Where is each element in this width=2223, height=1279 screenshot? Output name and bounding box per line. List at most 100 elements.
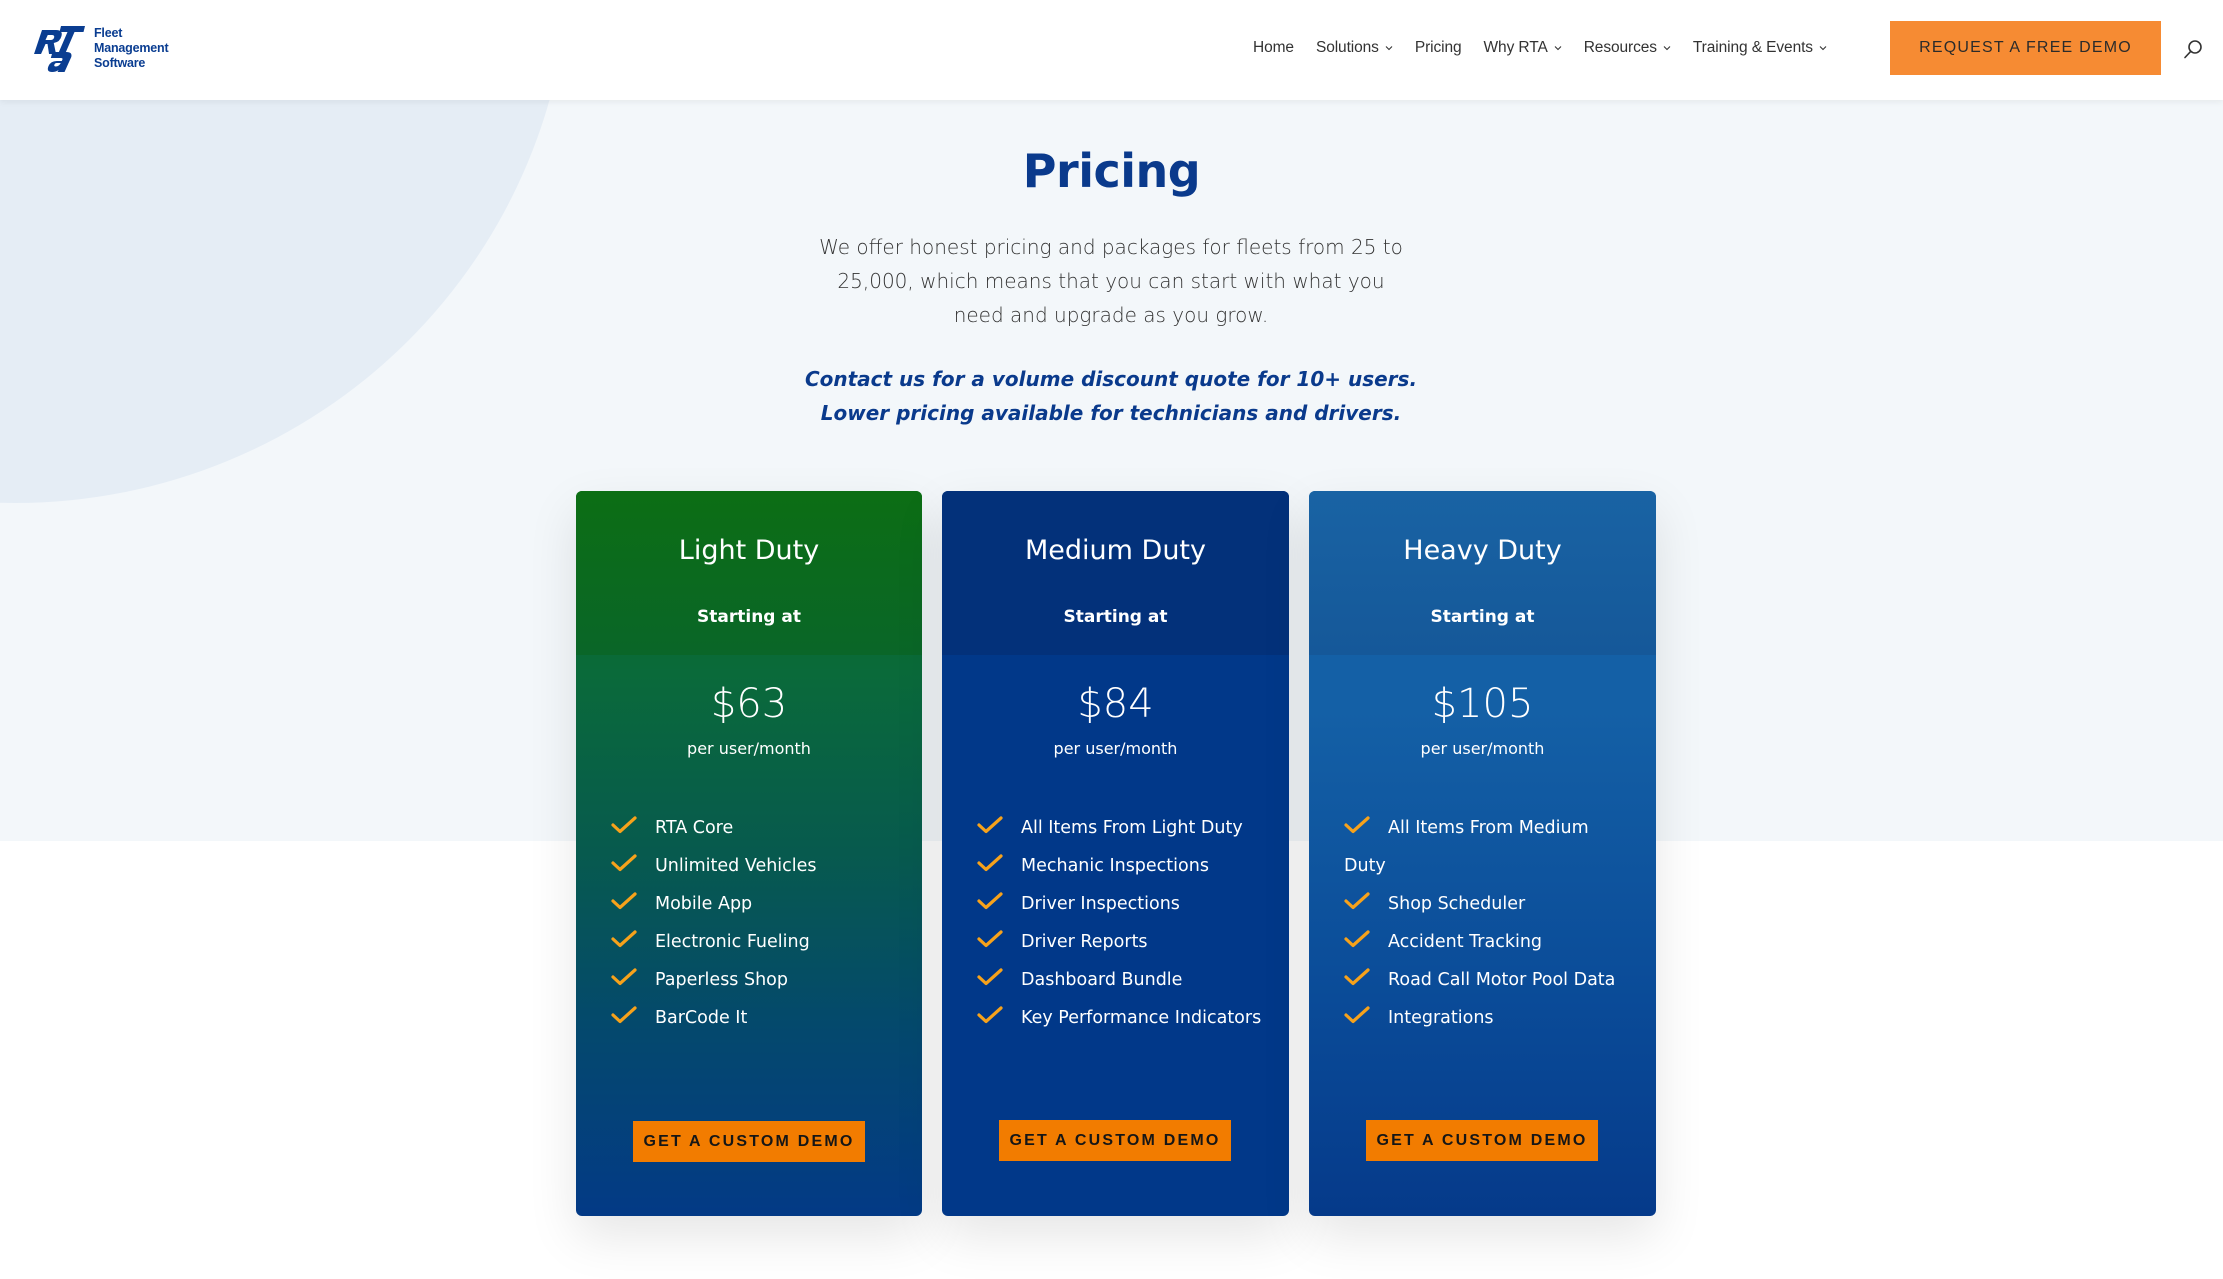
- plan-header: [942, 491, 1289, 655]
- checkmark-icon: [977, 892, 1003, 910]
- nav-label: Training & Events: [1692, 39, 1813, 56]
- feature-list: RTA Core Unlimited Vehicles Mobile App Elec…: [611, 809, 901, 1037]
- checkmark-icon: [977, 854, 1003, 872]
- checkmark-icon: [611, 892, 637, 910]
- discount-note: Contact us for a volume discount quote f…: [761, 362, 1461, 430]
- feature-item: Mobile App: [611, 885, 901, 923]
- plan-name: Light Duty: [678, 535, 820, 566]
- feature-item: Electronic Fueling: [611, 923, 901, 961]
- feature-label: All Items From Light Duty: [1021, 818, 1243, 838]
- plan-period: per user/month: [1053, 739, 1178, 758]
- plan-starting-label: Starting at: [1430, 607, 1535, 627]
- plan-starting-label: Starting at: [1063, 607, 1168, 627]
- plan-price: $84: [1077, 681, 1154, 727]
- checkmark-icon: [611, 816, 637, 834]
- feature-item: Integrations: [1344, 999, 1634, 1037]
- checkmark-icon: [977, 1006, 1003, 1024]
- nav-item-home[interactable]: Home: [1253, 39, 1294, 57]
- search-icon[interactable]: [2182, 38, 2204, 60]
- checkmark-icon: [977, 968, 1003, 986]
- plan-header: [1309, 491, 1656, 655]
- nav-label: Resources: [1583, 39, 1657, 56]
- nav-item-solutions[interactable]: Solutions: [1316, 39, 1393, 57]
- feature-item: Dashboard Bundle: [977, 961, 1267, 999]
- nav-item-why-rta[interactable]: Why RTA: [1484, 39, 1562, 57]
- checkmark-icon: [611, 854, 637, 872]
- nav-label: Solutions: [1315, 39, 1379, 56]
- feature-item: Accident Tracking: [1344, 923, 1634, 961]
- feature-item: Mechanic Inspections: [977, 847, 1267, 885]
- feature-label: Dashboard Bundle: [1021, 970, 1183, 990]
- feature-item: All Items From Medium Duty: [1344, 809, 1634, 885]
- feature-label: Shop Scheduler: [1388, 894, 1526, 914]
- feature-label: Key Performance Indicators: [1021, 1008, 1262, 1028]
- feature-label: RTA Core: [655, 818, 734, 838]
- feature-item: All Items From Light Duty: [977, 809, 1267, 847]
- feature-item: RTA Core: [611, 809, 901, 847]
- feature-item: Shop Scheduler: [1344, 885, 1634, 923]
- chevron-down-icon: [1554, 46, 1562, 51]
- feature-item: BarCode It: [611, 999, 901, 1037]
- plan-price: $105: [1431, 681, 1534, 727]
- site-header: Fleet Management Software Home Solutions…: [0, 0, 2223, 100]
- logo-line: Fleet: [94, 25, 123, 40]
- checkmark-icon: [1344, 816, 1370, 834]
- plan-name: Medium Duty: [1024, 535, 1206, 566]
- feature-label: Driver Reports: [1021, 932, 1148, 952]
- feature-item: Key Performance Indicators: [977, 999, 1267, 1037]
- plan-price: $63: [710, 681, 788, 727]
- logo-line: Software: [94, 55, 146, 70]
- feature-label: Accident Tracking: [1388, 932, 1543, 952]
- feature-label: Electronic Fueling: [655, 932, 810, 952]
- feature-item: Road Call Motor Pool Data: [1344, 961, 1634, 999]
- feature-item: Unlimited Vehicles: [611, 847, 901, 885]
- plan-card-light-duty: Light Duty Starting at $63 per user/mont…: [576, 491, 922, 1216]
- feature-label: Driver Inspections: [1021, 894, 1180, 914]
- feature-list: All Items From Medium Duty Shop Scheduler…: [1344, 809, 1634, 1037]
- logo-text: Fleet Management Software: [94, 25, 169, 71]
- get-custom-demo-button[interactable]: GET A CUSTOM DEMO: [999, 1120, 1231, 1161]
- feature-label: Mechanic Inspections: [1021, 856, 1209, 876]
- discount-note-line: Contact us for a volume discount quote f…: [804, 367, 1418, 391]
- checkmark-icon: [1344, 930, 1370, 948]
- chevron-down-icon: [1385, 46, 1393, 51]
- get-custom-demo-button[interactable]: GET A CUSTOM DEMO: [633, 1121, 865, 1162]
- feature-label: Paperless Shop: [655, 970, 789, 990]
- chevron-down-icon: [1663, 46, 1671, 51]
- nav-label: Home: [1253, 39, 1294, 56]
- nav-item-resources[interactable]: Resources: [1584, 39, 1671, 57]
- logo[interactable]: Fleet Management Software: [34, 22, 184, 74]
- main-nav: Home Solutions Pricing Why RTA Resources…: [1253, 36, 1827, 60]
- checkmark-icon: [977, 816, 1003, 834]
- feature-label: Road Call Motor Pool Data: [1388, 970, 1616, 990]
- checkmark-icon: [611, 968, 637, 986]
- plan-name: Heavy Duty: [1403, 535, 1562, 566]
- plan-header: [576, 491, 922, 655]
- nav-label: Pricing: [1414, 39, 1462, 56]
- nav-item-pricing[interactable]: Pricing: [1415, 39, 1462, 57]
- plan-card-medium-duty: Medium Duty Starting at $84 per user/mon…: [942, 491, 1289, 1216]
- nav-item-training-events[interactable]: Training & Events: [1693, 39, 1827, 57]
- checkmark-icon: [611, 1006, 637, 1024]
- logo-line: Management: [94, 40, 169, 55]
- request-demo-button[interactable]: REQUEST A FREE DEMO: [1890, 21, 2161, 75]
- feature-item: Driver Inspections: [977, 885, 1267, 923]
- discount-note-line: Lower pricing available for technicians …: [820, 401, 1402, 425]
- checkmark-icon: [1344, 892, 1370, 910]
- plan-period: per user/month: [1420, 739, 1545, 758]
- plan-period: per user/month: [687, 739, 811, 758]
- feature-item: Paperless Shop: [611, 961, 901, 999]
- feature-label: Integrations: [1388, 1008, 1494, 1028]
- feature-label: All Items From Medium Duty: [1344, 818, 1589, 876]
- feature-label: BarCode It: [655, 1008, 748, 1028]
- chevron-down-icon: [1819, 46, 1827, 51]
- checkmark-icon: [611, 930, 637, 948]
- intro-text: We offer honest pricing and packages for…: [819, 235, 1403, 327]
- checkmark-icon: [1344, 968, 1370, 986]
- plan-card-heavy-duty: Heavy Duty Starting at $105 per user/mon…: [1309, 491, 1656, 1216]
- get-custom-demo-button[interactable]: GET A CUSTOM DEMO: [1366, 1120, 1598, 1161]
- feature-list: All Items From Light Duty Mechanic Inspec…: [977, 809, 1267, 1037]
- nav-label: Why RTA: [1483, 39, 1548, 56]
- feature-item: Driver Reports: [977, 923, 1267, 961]
- plan-starting-label: Starting at: [697, 607, 801, 627]
